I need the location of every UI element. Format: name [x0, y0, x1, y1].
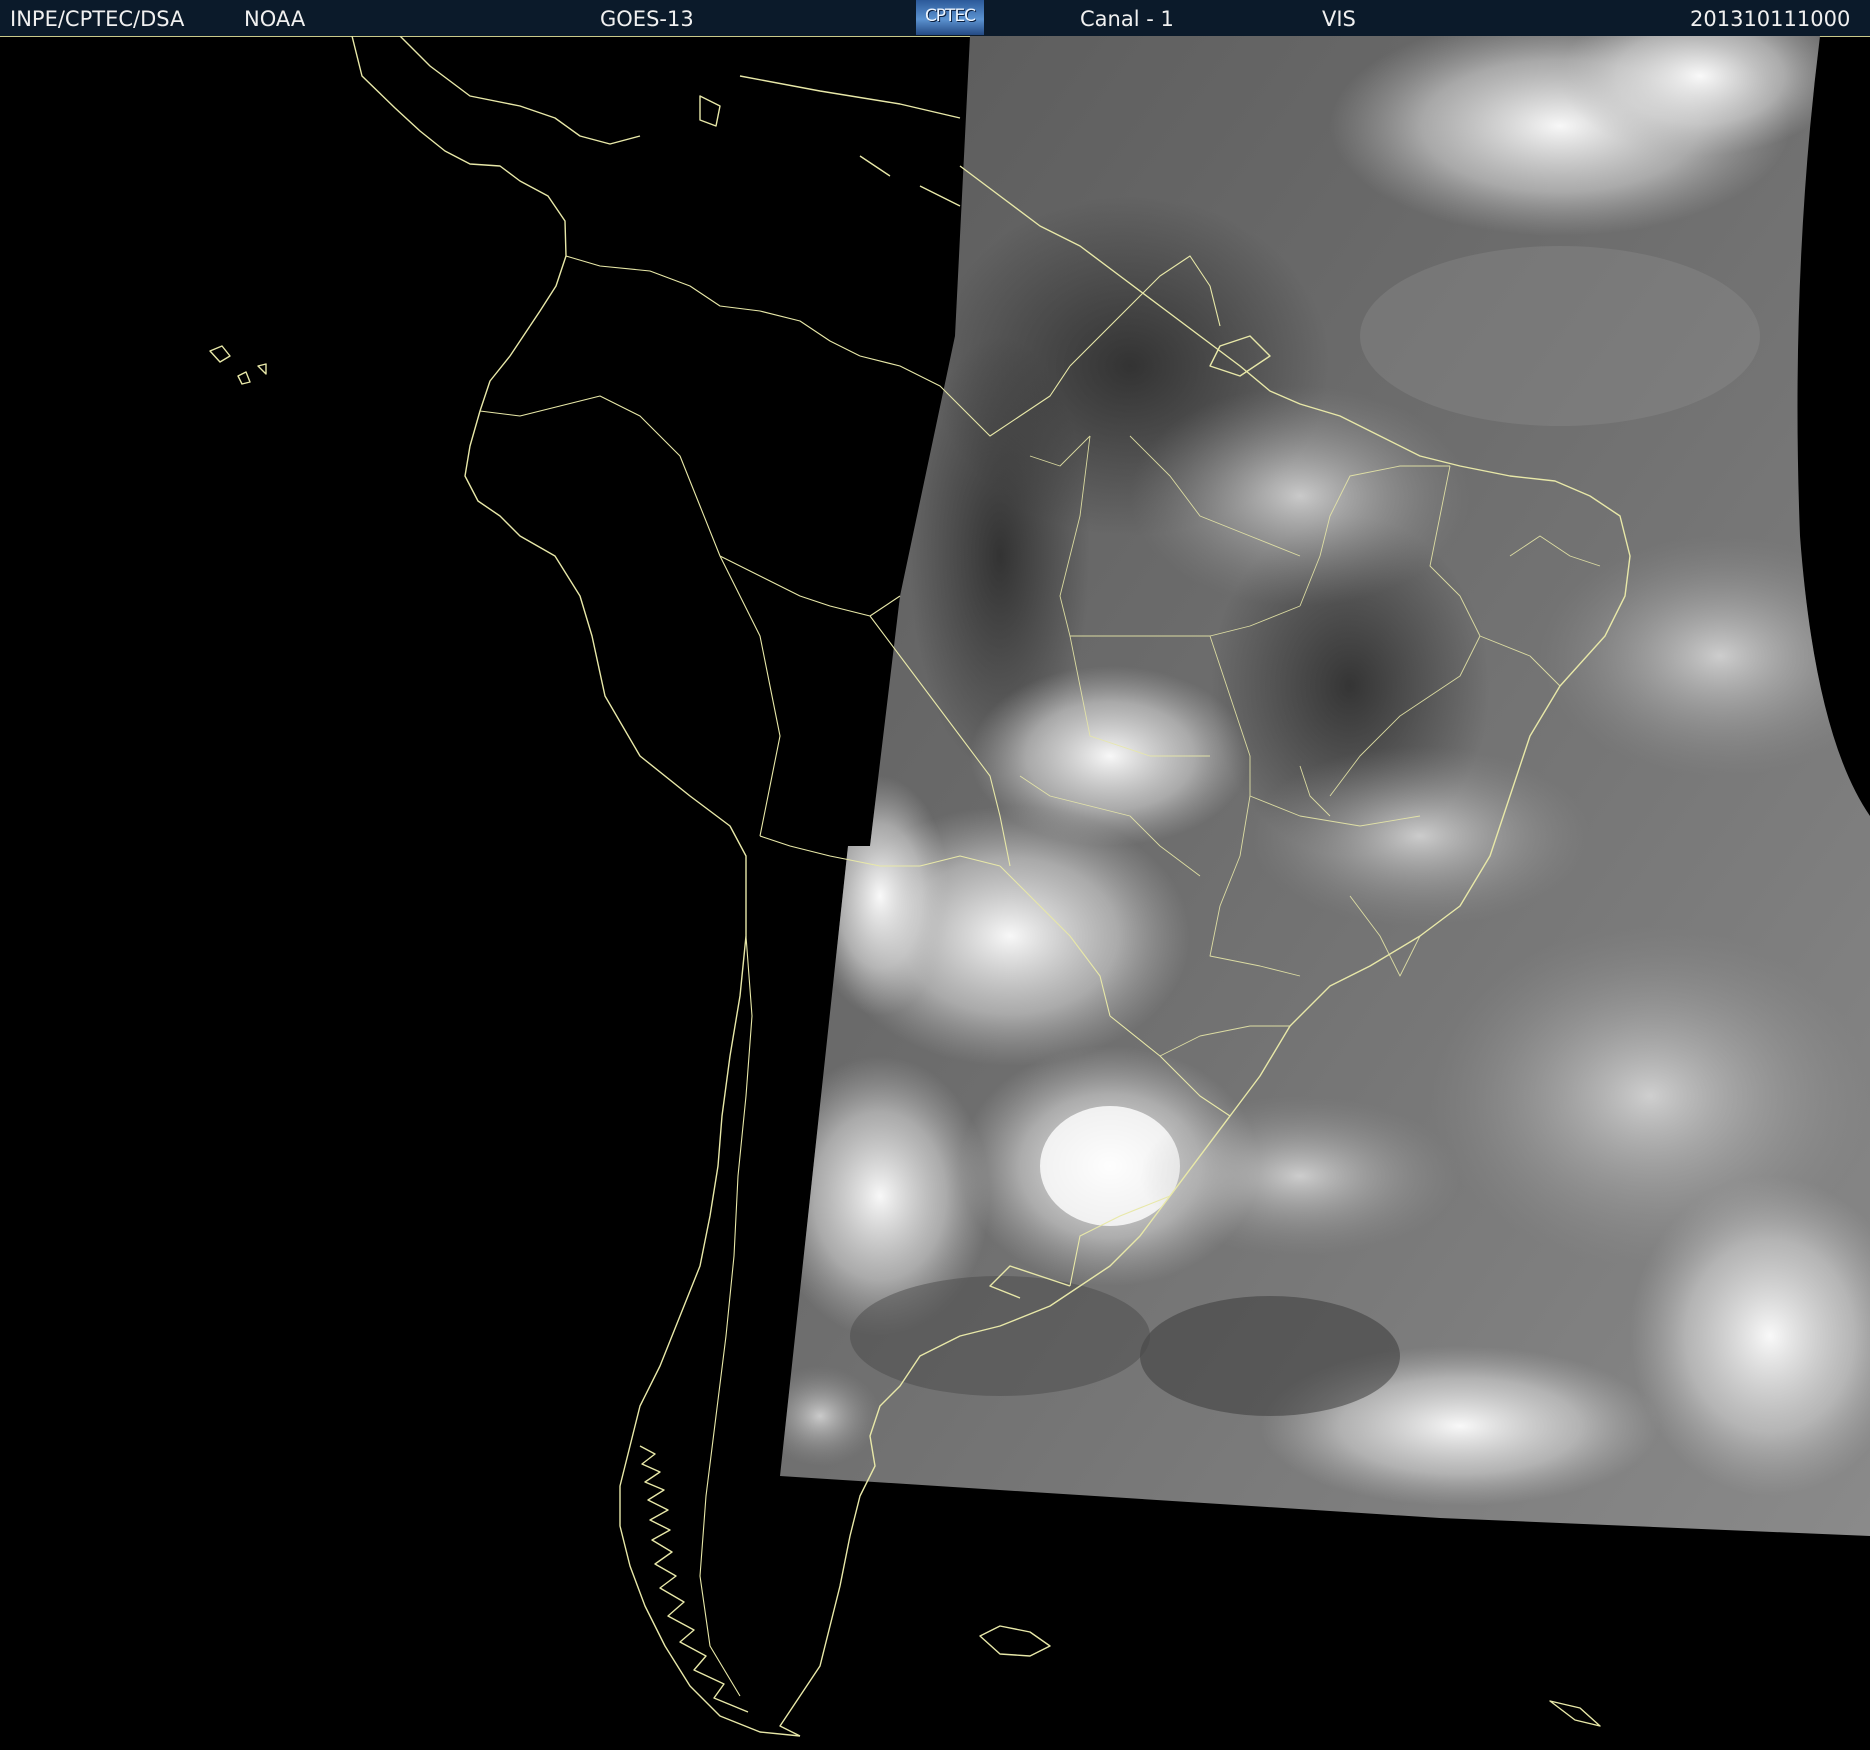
header-bar: INPE/CPTEC/DSA NOAA GOES-13 CPTEC Canal …	[0, 0, 1870, 37]
channel-label: Canal - 1	[1080, 7, 1174, 31]
cptec-logo: CPTEC	[916, 0, 984, 35]
band-label: VIS	[1322, 7, 1356, 31]
central-america-coast-north	[399, 36, 641, 145]
caribbean-islands	[699, 75, 961, 207]
timestamp-label: 201310111000	[1690, 7, 1851, 31]
border-peru-brazil	[719, 555, 901, 617]
map-svg	[209, 36, 1870, 1737]
satellite-swath	[780, 36, 1870, 1536]
pacific-coast	[464, 325, 801, 1737]
satellite-label: GOES-13	[600, 7, 694, 31]
satellite-map	[0, 36, 1870, 1750]
agency-label: NOAA	[244, 7, 306, 31]
border-peru-bolivia	[719, 555, 781, 837]
south-georgia	[1549, 1700, 1601, 1727]
border-argentina-chile	[699, 935, 753, 1697]
falkland-islands	[979, 1625, 1051, 1657]
logo-text: CPTEC	[924, 6, 976, 26]
chile-fjords	[639, 1445, 749, 1713]
central-america-coast	[351, 36, 567, 327]
institution-label: INPE/CPTEC/DSA	[10, 7, 185, 31]
border-colombia-venezuela	[565, 255, 861, 357]
galapagos-islands	[209, 345, 267, 385]
